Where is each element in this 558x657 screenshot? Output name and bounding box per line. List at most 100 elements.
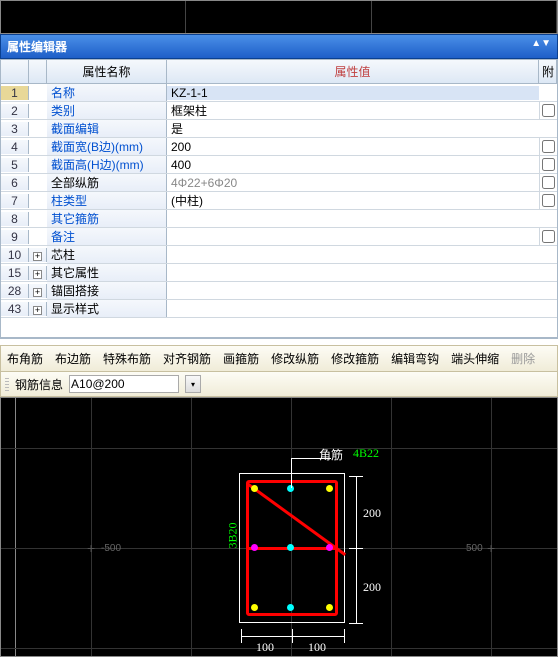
property-row[interactable]: 3 截面编辑是 bbox=[1, 120, 557, 138]
row-number: 28 bbox=[1, 284, 29, 298]
panel-collapse-icon[interactable]: ▲▼ bbox=[531, 38, 551, 55]
rebar-side[interactable] bbox=[251, 544, 258, 551]
property-name: 其它箍筋 bbox=[47, 210, 167, 227]
tool-special-rebar[interactable]: 特殊布筋 bbox=[101, 349, 153, 368]
tool-edit-stirrup[interactable]: 修改箍筋 bbox=[329, 349, 381, 368]
panel-titlebar: 属性编辑器 ▲▼ bbox=[0, 34, 558, 59]
extra-checkbox[interactable] bbox=[542, 194, 555, 207]
property-row[interactable]: 9 备注 bbox=[1, 228, 557, 246]
tool-draw-stirrup[interactable]: 画箍筋 bbox=[221, 349, 261, 368]
tool-end-extend[interactable]: 端头伸缩 bbox=[449, 349, 501, 368]
extra-checkbox[interactable] bbox=[542, 176, 555, 189]
rebar-info-dropdown[interactable]: ▾ bbox=[185, 375, 201, 393]
property-value[interactable]: 是 bbox=[167, 120, 539, 137]
rebar-info-bar: 钢筋信息 ▾ bbox=[0, 372, 558, 397]
row-number: 3 bbox=[1, 122, 29, 136]
rebar-info-input[interactable] bbox=[69, 375, 179, 393]
expand-cell[interactable]: + bbox=[29, 284, 47, 298]
row-number: 9 bbox=[1, 230, 29, 244]
rebar-corner[interactable] bbox=[251, 485, 258, 492]
property-row[interactable]: 5截面高(H边)(mm)400 bbox=[1, 156, 557, 174]
row-number: 2 bbox=[1, 104, 29, 118]
dim-v2: 200 bbox=[363, 580, 381, 595]
corner-rebar-spec: 4B22 bbox=[353, 446, 379, 461]
side-rebar-spec: 3B20 bbox=[226, 522, 241, 548]
property-value[interactable]: KZ-1-1 bbox=[167, 86, 539, 100]
grid-header: 属性名称 属性值 附 bbox=[1, 60, 557, 84]
extra-check[interactable] bbox=[539, 192, 557, 210]
property-row[interactable]: 10 + 芯柱 bbox=[1, 246, 557, 264]
property-value[interactable]: (中柱) bbox=[167, 192, 539, 209]
expand-cell[interactable]: + bbox=[29, 248, 47, 262]
row-number: 4 bbox=[1, 140, 29, 154]
expand-icon[interactable]: + bbox=[33, 288, 42, 297]
extra-check[interactable] bbox=[539, 156, 557, 174]
cad-viewport[interactable]: + + -500 500 角筋 4B22 3B20 200 200 100 10… bbox=[0, 397, 558, 657]
property-name: 显示样式 bbox=[47, 300, 167, 317]
property-name: 芯柱 bbox=[47, 246, 167, 263]
tool-edit-hook[interactable]: 编辑弯钩 bbox=[389, 349, 441, 368]
extra-check[interactable] bbox=[539, 102, 557, 120]
rebar-corner[interactable] bbox=[326, 604, 333, 611]
property-row[interactable]: 6 全部纵筋4Φ22+6Φ20 bbox=[1, 174, 557, 192]
row-number: 6 bbox=[1, 176, 29, 190]
dim-v1: 200 bbox=[363, 506, 381, 521]
extra-check[interactable] bbox=[539, 174, 557, 192]
expand-icon[interactable]: + bbox=[33, 252, 42, 261]
axis-cross-icon: + bbox=[487, 540, 495, 556]
property-value[interactable]: 框架柱 bbox=[167, 102, 539, 119]
property-row[interactable]: 4 截面宽(B边)(mm)200 bbox=[1, 138, 557, 156]
extra-check[interactable] bbox=[539, 228, 557, 246]
tool-edit-long-rebar[interactable]: 修改纵筋 bbox=[269, 349, 321, 368]
property-name: 截面宽(B边)(mm) bbox=[47, 138, 167, 155]
rebar-corner[interactable] bbox=[251, 604, 258, 611]
property-name: 全部纵筋 bbox=[47, 174, 167, 191]
property-name: 名称 bbox=[47, 84, 167, 101]
expand-icon[interactable]: + bbox=[33, 270, 42, 279]
viewport-divider bbox=[15, 398, 16, 656]
extra-check[interactable] bbox=[539, 138, 557, 156]
property-row[interactable]: 7柱类型(中柱) bbox=[1, 192, 557, 210]
property-row[interactable]: 8 其它箍筋 bbox=[1, 210, 557, 228]
property-name: 其它属性 bbox=[47, 264, 167, 281]
property-row[interactable]: 43+显示样式 bbox=[1, 300, 557, 318]
extra-checkbox[interactable] bbox=[542, 140, 555, 153]
tool-delete: 删除 bbox=[509, 349, 537, 368]
row-number: 10 bbox=[1, 248, 29, 262]
tool-align-rebar[interactable]: 对齐钢筋 bbox=[161, 349, 213, 368]
expand-icon[interactable]: + bbox=[33, 306, 42, 315]
expand-cell[interactable]: + bbox=[29, 266, 47, 280]
header-expand bbox=[29, 60, 47, 83]
property-row[interactable]: 2 类别框架柱 bbox=[1, 102, 557, 120]
property-row[interactable]: 15+其它属性 bbox=[1, 264, 557, 282]
column-section[interactable] bbox=[239, 473, 345, 623]
row-number: 7 bbox=[1, 194, 29, 208]
rebar-side[interactable] bbox=[287, 604, 294, 611]
property-name: 备注 bbox=[47, 228, 167, 245]
property-value[interactable]: 400 bbox=[167, 158, 539, 172]
header-name: 属性名称 bbox=[47, 60, 167, 83]
dim-line-v bbox=[356, 476, 357, 624]
property-grid: 属性名称 属性值 附 1名称KZ-1-1 2 类别框架柱 3 截面编辑是 4 截面宽(B边)… bbox=[0, 59, 558, 339]
tool-corner-rebar[interactable]: 布角筋 bbox=[5, 349, 45, 368]
property-value[interactable]: 4Φ22+6Φ20 bbox=[167, 176, 539, 190]
property-name: 截面高(H边)(mm) bbox=[47, 156, 167, 173]
property-row[interactable]: 1名称KZ-1-1 bbox=[1, 84, 557, 102]
axis-cross-icon: + bbox=[87, 540, 95, 556]
property-name: 截面编辑 bbox=[47, 120, 167, 137]
extra-checkbox[interactable] bbox=[542, 230, 555, 243]
extra-checkbox[interactable] bbox=[542, 158, 555, 171]
rebar-corner[interactable] bbox=[326, 485, 333, 492]
header-extra: 附 bbox=[539, 60, 557, 83]
property-row[interactable]: 28+锚固搭接 bbox=[1, 282, 557, 300]
dim-h1: 100 bbox=[256, 640, 274, 655]
expand-cell[interactable]: + bbox=[29, 302, 47, 316]
rebar-side[interactable] bbox=[287, 544, 294, 551]
extra-checkbox[interactable] bbox=[542, 104, 555, 117]
rebar-side[interactable] bbox=[326, 544, 333, 551]
property-value[interactable]: 200 bbox=[167, 140, 539, 154]
row-number: 8 bbox=[1, 212, 29, 226]
property-name: 类别 bbox=[47, 102, 167, 119]
top-preview-strip bbox=[0, 0, 558, 34]
tool-edge-rebar[interactable]: 布边筋 bbox=[53, 349, 93, 368]
